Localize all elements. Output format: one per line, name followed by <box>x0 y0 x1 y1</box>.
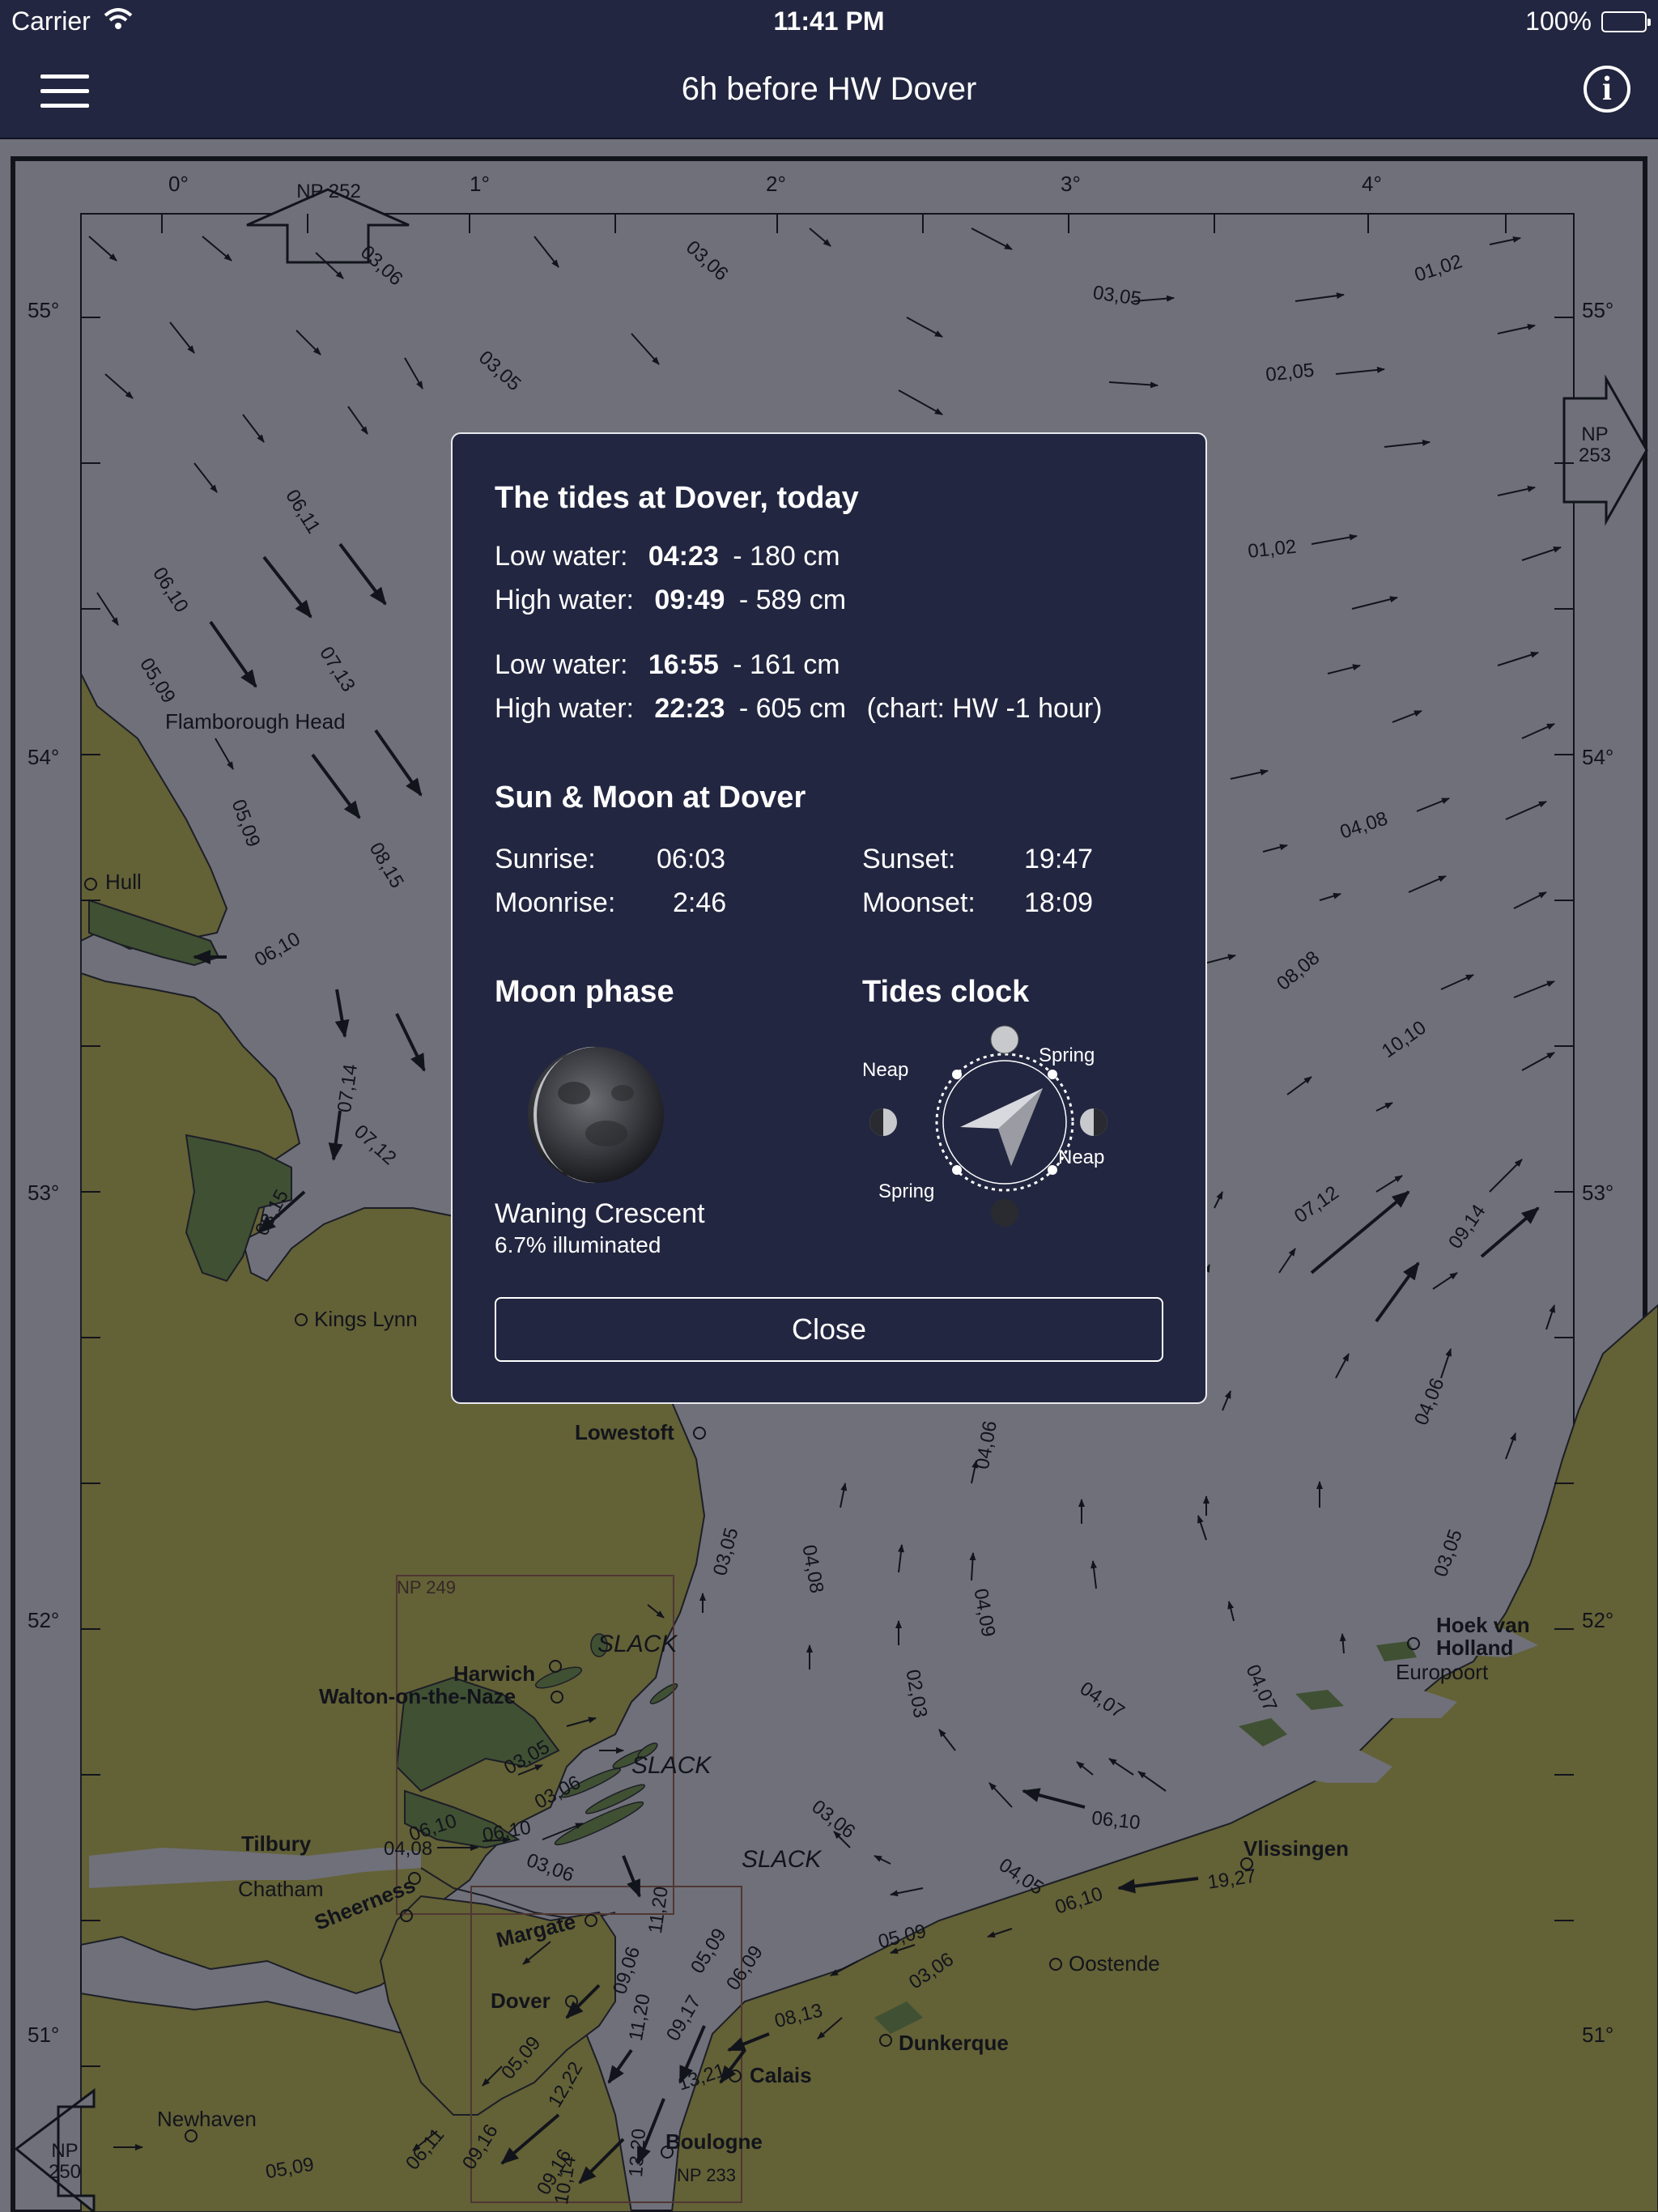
tides-clock: Spring Neap Neap Spring <box>862 1022 1110 1232</box>
tide-height: - 605 cm <box>738 693 847 724</box>
tide-row: High water: 09:49 - 589 cm <box>495 585 846 616</box>
dialog-title: The tides at Dover, today <box>495 481 859 515</box>
clock-neap-right-label: Neap <box>1058 1146 1105 1168</box>
page-title: 6h before HW Dover <box>681 71 977 107</box>
clock-neap-left-label: Neap <box>862 1059 909 1081</box>
tides-dialog: The tides at Dover, today Low water: 04:… <box>451 432 1207 1404</box>
tide-type-label: High water: <box>495 585 634 615</box>
tide-row: Low water: 16:55 - 161 cm <box>495 649 840 681</box>
tide-time: 09:49 <box>654 585 725 615</box>
sun-moon-heading: Sun & Moon at Dover <box>495 781 806 815</box>
navigation-bar: 6h before HW Dover i <box>0 45 1658 139</box>
moonset-label: Moonset: <box>862 887 976 918</box>
tide-time: 22:23 <box>654 693 725 724</box>
tide-height: - 589 cm <box>738 585 847 615</box>
moonrise-time: 2:46 <box>673 887 727 918</box>
tide-height: - 180 cm <box>733 541 840 572</box>
clock-time: 11:41 PM <box>773 6 885 36</box>
moonset-time: 18:09 <box>1024 887 1094 918</box>
tide-type-label: High water: <box>495 693 634 724</box>
battery-percentage: 100% <box>1525 6 1592 36</box>
moon-illumination: 6.7% illuminated <box>495 1232 661 1257</box>
battery-icon <box>1601 11 1651 32</box>
tide-row: High water: 22:23 - 605 cm (chart: HW -1… <box>495 693 1103 725</box>
moon-phase-name: Waning Crescent <box>495 1198 705 1229</box>
sunset-label: Sunset: <box>862 844 956 874</box>
sunrise-label: Sunrise: <box>495 844 596 874</box>
sunrise-time: 06:03 <box>657 844 726 874</box>
tide-note: (chart: HW -1 hour) <box>866 693 1103 724</box>
sunset-time: 19:47 <box>1024 844 1094 874</box>
tide-time: 16:55 <box>648 649 719 680</box>
tides-clock-heading: Tides clock <box>862 975 1030 1009</box>
moon-image <box>525 1044 666 1189</box>
tide-type-label: Low water: <box>495 649 628 680</box>
status-bar: Carrier 11:41 PM 100% <box>0 0 1658 45</box>
tide-type-label: Low water: <box>495 541 628 572</box>
tide-time: 04:23 <box>648 541 719 572</box>
tide-height: - 161 cm <box>733 649 840 680</box>
info-icon[interactable]: i <box>1584 66 1630 113</box>
clock-spring-top-label: Spring <box>1039 1044 1095 1066</box>
moonrise-label: Moonrise: <box>495 887 616 918</box>
close-button[interactable]: Close <box>495 1297 1163 1362</box>
clock-spring-bottom-label: Spring <box>878 1180 935 1202</box>
tide-row: Low water: 04:23 - 180 cm <box>495 541 840 572</box>
moon-phase-heading: Moon phase <box>495 975 674 1009</box>
